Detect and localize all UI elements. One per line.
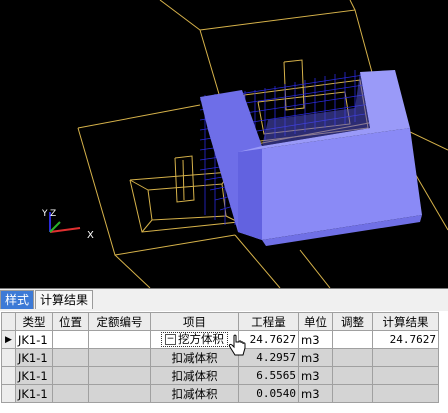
results-table: 类型 位置 定额编号 项目 工程量 单位 调整 计算结果 ▶ JK1-1 − 挖方… xyxy=(1,312,439,403)
col-header-result[interactable]: 计算结果 xyxy=(372,312,439,331)
cell-quota[interactable] xyxy=(88,366,151,385)
cell-quota[interactable] xyxy=(88,330,151,349)
cell-type[interactable]: JK1-1 xyxy=(15,384,53,403)
axis-x-label: X xyxy=(87,230,94,241)
axis-indicator: X Y Z xyxy=(41,209,94,241)
table-row[interactable]: JK1-1 扣减体积 6.5565 m3 xyxy=(1,366,439,385)
results-grid: 类型 位置 定额编号 项目 工程量 单位 调整 计算结果 ▶ JK1-1 − 挖方… xyxy=(0,311,448,413)
row-header xyxy=(1,384,16,403)
cell-quantity[interactable]: 0.0540 xyxy=(238,384,299,403)
row-header xyxy=(1,366,16,385)
cell-adjust[interactable] xyxy=(332,348,373,367)
hand-cursor-icon xyxy=(228,334,246,356)
cell-type[interactable]: JK1-1 xyxy=(15,366,53,385)
cell-item[interactable]: 扣减体积 xyxy=(150,366,239,385)
table-row[interactable]: JK1-1 扣减体积 0.0540 m3 xyxy=(1,384,439,403)
cell-adjust[interactable] xyxy=(332,330,373,349)
3d-scene: X Y Z xyxy=(41,0,448,288)
cell-position[interactable] xyxy=(52,366,89,385)
results-panel: 样式 计算结果 类型 位置 定额编号 项目 工程量 单位 调整 计算结果 ▶ J… xyxy=(0,288,448,413)
cell-unit[interactable]: m3 xyxy=(298,366,333,385)
corner-header xyxy=(1,312,16,331)
cell-type[interactable]: JK1-1 xyxy=(15,348,53,367)
axis-z-label: Z xyxy=(50,209,56,219)
cell-quota[interactable] xyxy=(88,384,151,403)
cell-unit[interactable]: m3 xyxy=(298,384,333,403)
tab-calc-results[interactable]: 计算结果 xyxy=(35,290,94,309)
col-header-adjust[interactable]: 调整 xyxy=(332,312,373,331)
col-header-position[interactable]: 位置 xyxy=(52,312,89,331)
cell-result[interactable]: 24.7627 xyxy=(372,330,439,349)
cell-unit[interactable]: m3 xyxy=(298,330,333,349)
cell-adjust[interactable] xyxy=(332,366,373,385)
tab-style[interactable]: 样式 xyxy=(0,290,35,309)
cell-position[interactable] xyxy=(52,384,89,403)
cell-result[interactable] xyxy=(372,384,439,403)
col-header-item[interactable]: 项目 xyxy=(150,312,239,331)
table-header: 类型 位置 定额编号 项目 工程量 单位 调整 计算结果 xyxy=(1,312,439,331)
cell-unit[interactable]: m3 xyxy=(298,348,333,367)
panel-tabs: 样式 计算结果 xyxy=(0,290,94,310)
row-header xyxy=(1,348,16,367)
cell-adjust[interactable] xyxy=(332,384,373,403)
cell-quantity[interactable]: 6.5565 xyxy=(238,366,299,385)
cell-result[interactable] xyxy=(372,348,439,367)
collapse-icon[interactable]: − xyxy=(165,334,176,345)
cell-quota[interactable] xyxy=(88,348,151,367)
item-label: 挖方体积 xyxy=(178,332,224,346)
cell-item[interactable]: 扣减体积 xyxy=(150,384,239,403)
3d-viewport[interactable]: X Y Z xyxy=(0,0,448,288)
row-pointer-icon: ▶ xyxy=(1,330,16,349)
cell-position[interactable] xyxy=(52,330,89,349)
table-row[interactable]: ▶ JK1-1 − 挖方体积 24.7627 m3 24.7627 xyxy=(1,330,439,349)
cell-type[interactable]: JK1-1 xyxy=(15,330,53,349)
col-header-type[interactable]: 类型 xyxy=(15,312,53,331)
cell-result[interactable] xyxy=(372,366,439,385)
table-row[interactable]: JK1-1 扣减体积 4.2957 m3 xyxy=(1,348,439,367)
col-header-quantity[interactable]: 工程量 xyxy=(238,312,299,331)
col-header-unit[interactable]: 单位 xyxy=(298,312,333,331)
col-header-quota[interactable]: 定额编号 xyxy=(88,312,151,331)
cell-position[interactable] xyxy=(52,348,89,367)
axis-y-label: Y xyxy=(41,209,48,219)
item-selected-box[interactable]: − 挖方体积 xyxy=(161,332,228,347)
